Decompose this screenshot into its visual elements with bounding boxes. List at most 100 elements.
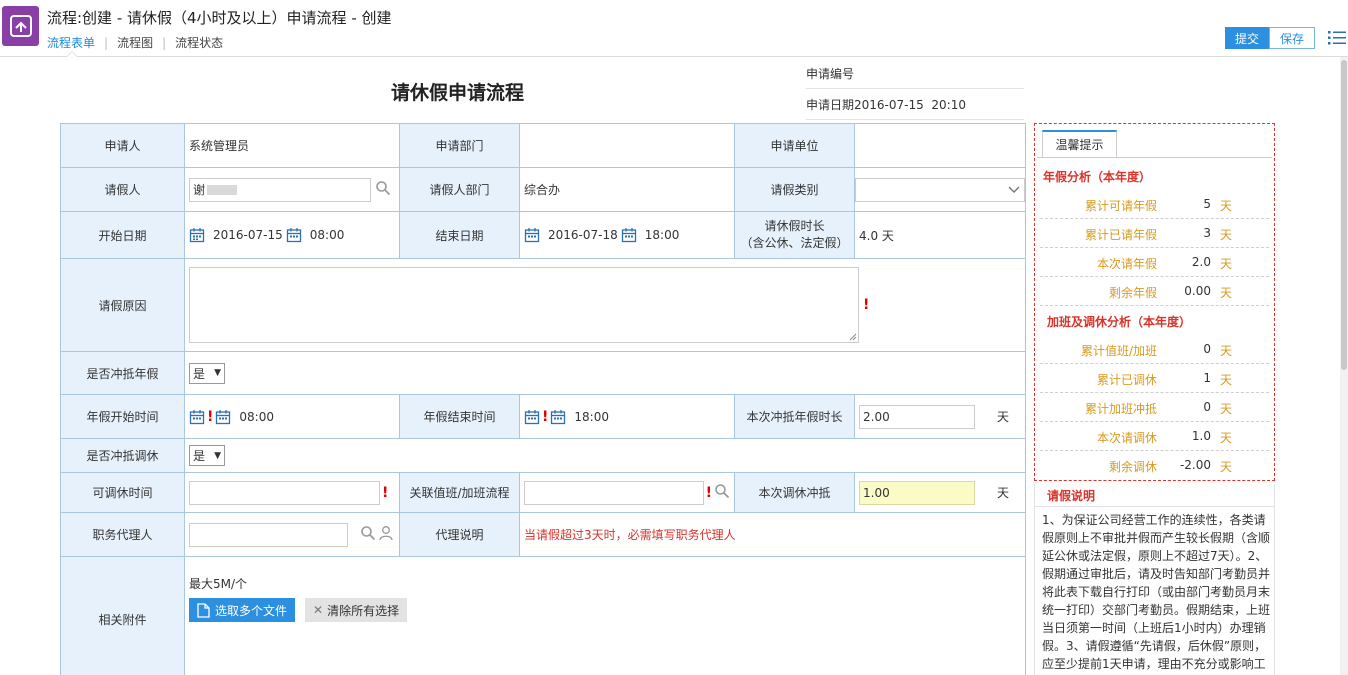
page-title: 流程:创建 - 请休假（4小时及以上）申请流程 - 创建	[47, 9, 392, 27]
save-button[interactable]: 保存	[1269, 27, 1315, 49]
chevron-down-icon	[1008, 186, 1020, 193]
leave-type-select[interactable]	[855, 177, 1025, 202]
page-header: 流程:创建 - 请休假（4小时及以上）申请流程 - 创建 流程表单 | 流程图 …	[0, 0, 1348, 57]
apply-dept-label: 申请部门	[399, 123, 520, 168]
related-flow-input[interactable]	[524, 480, 704, 505]
annual-offset-len-input[interactable]: 2.00	[859, 404, 975, 429]
leave-person-value: 谢	[193, 182, 206, 197]
clear-selection-label: 清除所有选择	[327, 603, 400, 618]
offset-annual-select[interactable]: 是 ▼	[189, 362, 225, 384]
tips-tab-divider	[1037, 157, 1272, 158]
tab-flow-status[interactable]: 流程状态	[175, 34, 223, 51]
stat-row: 本次请年假 2.0 天	[1040, 248, 1269, 277]
end-date-value[interactable]: 2016-07-18	[548, 228, 618, 242]
search-icon[interactable]	[714, 483, 730, 502]
applicant-value: 系统管理员	[189, 139, 250, 153]
offset-comp-label: 是否冲抵调休	[60, 438, 185, 473]
stat-unit: 天	[1220, 286, 1233, 300]
active-tab-caret	[66, 51, 78, 57]
leave-dept-value: 综合办	[524, 183, 561, 197]
tab-separator: |	[162, 35, 167, 50]
stat-value: 0.00	[1184, 284, 1211, 298]
comp-offset-label: 本次调休冲抵	[734, 472, 855, 513]
duration-value: 4.0 天	[859, 228, 894, 243]
stat-value: 1	[1203, 371, 1211, 385]
comp-time-label: 可调休时间	[60, 472, 185, 513]
submit-button[interactable]: 提交	[1225, 27, 1269, 49]
clock-calendar-icon[interactable]	[621, 227, 637, 243]
leave-explain-panel: 请假说明 1、为保证公司经营工作的连续性，各类请假原则上不审批并假而产生较长假期…	[1034, 484, 1275, 675]
duration-label: 请休假时长	[764, 219, 825, 233]
stat-label: 本次请调休	[1096, 431, 1157, 445]
stat-value: 5	[1203, 197, 1211, 211]
triangle-down-icon: ▼	[214, 450, 221, 461]
clock-calendar-icon[interactable]	[215, 409, 231, 425]
comp-analysis-title: 加班及调休分析（本年度）	[1047, 315, 1192, 329]
comp-offset-input[interactable]: 1.00	[859, 480, 975, 505]
user-icon[interactable]	[379, 525, 395, 544]
stat-row: 累计已调休 1 天	[1040, 364, 1269, 393]
attach-limit: 最大5M/个	[189, 577, 248, 591]
start-date-value[interactable]: 2016-07-15	[213, 228, 283, 242]
tips-tab[interactable]: 温馨提示	[1042, 130, 1117, 157]
clock-calendar-icon[interactable]	[286, 227, 302, 243]
annual-end-time[interactable]: 18:00	[574, 410, 609, 424]
apply-no-label: 申请编号	[806, 67, 855, 81]
reason-textarea[interactable]	[189, 267, 859, 343]
duration-sublabel: （含公休、法定假）	[740, 236, 849, 250]
calendar-icon[interactable]	[189, 409, 205, 425]
list-menu-icon[interactable]	[1328, 30, 1346, 46]
leave-type-label: 请假类别	[734, 167, 855, 212]
blurred-name	[207, 185, 238, 195]
deputy-note: 当请假超过3天时，必需填写职务代理人	[524, 528, 736, 542]
stat-label: 本次请年假	[1096, 257, 1157, 271]
clock-calendar-icon[interactable]	[550, 409, 566, 425]
start-time-value[interactable]: 08:00	[310, 228, 345, 242]
reason-label: 请假原因	[60, 258, 185, 352]
apply-unit-value	[854, 123, 1026, 168]
explain-title: 请假说明	[1047, 489, 1096, 503]
stat-row: 剩余调休 -2.00 天	[1040, 451, 1269, 480]
tips-panel: 温馨提示 年假分析（本年度） 累计可请年假 5 天 累计已请年假 3 天 本次请…	[1034, 123, 1275, 481]
annual-start-time[interactable]: 08:00	[239, 410, 274, 424]
tab-flow-form[interactable]: 流程表单	[47, 34, 95, 51]
comp-time-input[interactable]	[189, 480, 380, 505]
resize-handle-icon[interactable]	[849, 333, 857, 341]
clear-selection-button[interactable]: ✕ 清除所有选择	[305, 598, 408, 622]
unit-day: 天	[997, 486, 1010, 500]
apply-dept-value	[519, 123, 735, 168]
required-icon: !	[207, 408, 214, 425]
annual-end-label: 年假结束时间	[399, 394, 520, 439]
stat-label: 累计已请年假	[1084, 228, 1157, 242]
search-icon[interactable]	[360, 525, 376, 544]
deputy-note-label: 代理说明	[399, 512, 520, 557]
stat-label: 累计已调休	[1096, 373, 1157, 387]
search-icon[interactable]	[375, 180, 391, 199]
calendar-icon[interactable]	[524, 409, 540, 425]
stat-unit: 天	[1220, 402, 1233, 416]
calendar-icon[interactable]	[524, 227, 540, 243]
stat-value: 0	[1203, 342, 1211, 356]
stat-unit: 天	[1220, 344, 1233, 358]
annual-offset-len-label: 本次冲抵年假时长	[734, 394, 855, 439]
end-time-value[interactable]: 18:00	[645, 228, 680, 242]
unit-day: 天	[997, 410, 1010, 424]
tab-flow-chart[interactable]: 流程图	[117, 34, 153, 51]
upload-files-button[interactable]: 选取多个文件	[189, 598, 296, 622]
annual-analysis-title: 年假分析（本年度）	[1043, 170, 1152, 184]
leave-person-input[interactable]: 谢	[189, 177, 371, 202]
end-date-label: 结束日期	[399, 211, 520, 259]
stat-row: 累计加班冲抵 0 天	[1040, 393, 1269, 422]
stat-row: 剩余年假 0.00 天	[1040, 277, 1269, 306]
offset-annual-value: 是	[193, 366, 206, 381]
deputy-input[interactable]	[189, 522, 348, 547]
stat-label: 累计可请年假	[1084, 199, 1157, 213]
close-icon: ✕	[313, 603, 324, 617]
form-title: 请休假申请流程	[391, 82, 525, 104]
tab-separator: |	[104, 35, 109, 50]
related-flow-label: 关联值班/加班流程	[399, 472, 520, 513]
offset-comp-select[interactable]: 是 ▼	[189, 445, 225, 466]
calendar-icon[interactable]	[189, 227, 205, 243]
deputy-label: 职务代理人	[60, 512, 185, 557]
page-scrollbar-thumb[interactable]	[1341, 60, 1347, 370]
